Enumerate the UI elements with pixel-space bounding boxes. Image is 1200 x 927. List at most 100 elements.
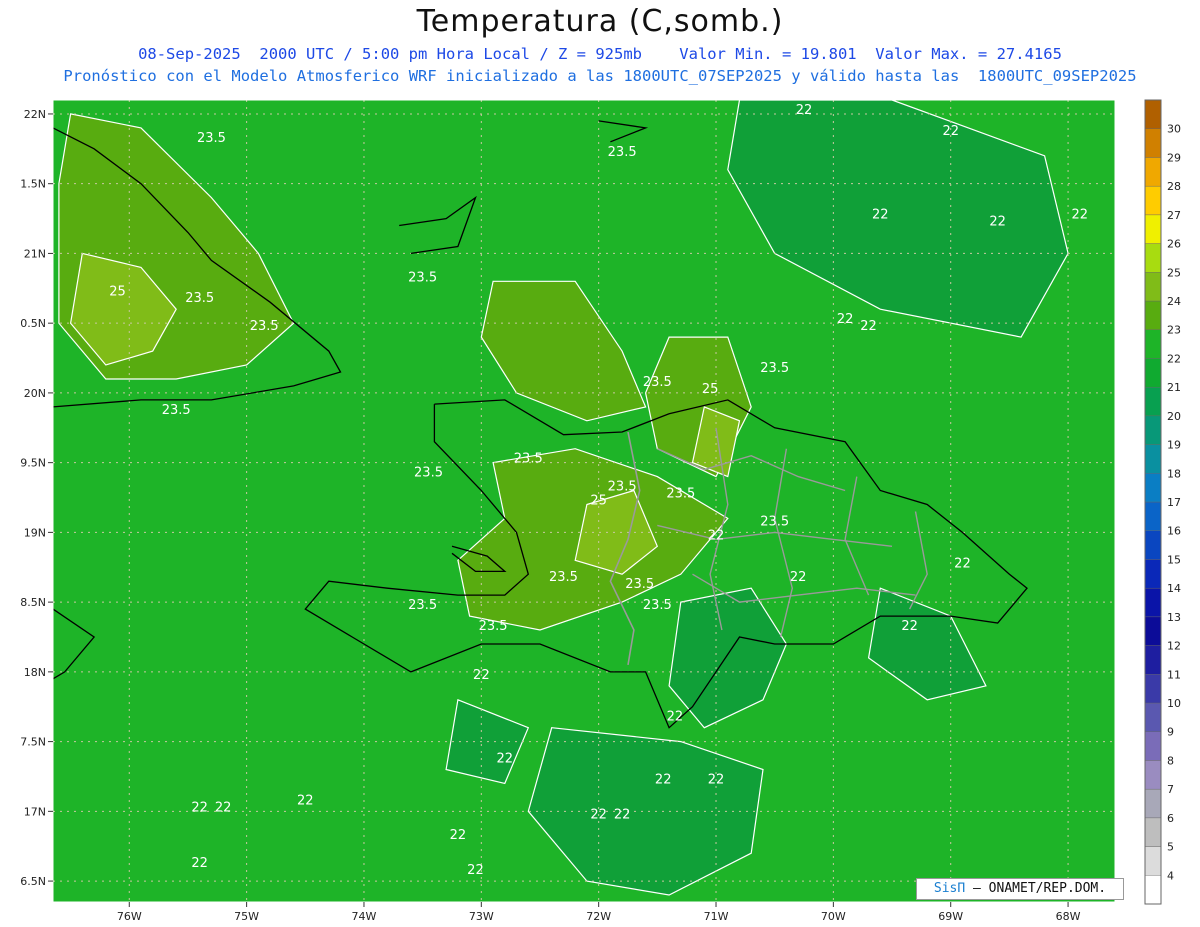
colorbar-label: 8 bbox=[1167, 754, 1174, 767]
colorbar-label: 10 bbox=[1167, 697, 1181, 710]
colorbar-label: 13 bbox=[1167, 611, 1181, 624]
contour-label: 23.5 bbox=[549, 570, 578, 585]
contour-label: 22 bbox=[473, 668, 490, 683]
contour-label: 23.5 bbox=[514, 452, 543, 467]
contour-label: 22 bbox=[872, 208, 889, 223]
colorbar-label: 27 bbox=[1167, 209, 1181, 222]
colorbar-segment bbox=[1144, 99, 1162, 129]
colorbar-segment bbox=[1144, 559, 1162, 589]
map-title: Temperatura (C,somb.) bbox=[416, 4, 784, 39]
contour-label: 23.5 bbox=[408, 598, 437, 613]
contour-label: 22 bbox=[942, 124, 959, 139]
contour-label: 23.5 bbox=[608, 145, 637, 160]
contour-label: 23.5 bbox=[760, 514, 789, 529]
contour-label: 23.5 bbox=[414, 466, 443, 481]
lon-tick-label: 73W bbox=[469, 910, 494, 923]
colorbar-label: 26 bbox=[1167, 238, 1181, 251]
contour-label: 22 bbox=[191, 800, 208, 815]
lon-tick-label: 72W bbox=[586, 910, 611, 923]
colorbar-segment bbox=[1144, 616, 1162, 646]
colorbar-label: 16 bbox=[1167, 525, 1181, 538]
colorbar-segment bbox=[1144, 444, 1162, 474]
colorbar-label: 30 bbox=[1167, 123, 1181, 136]
colorbar-segment bbox=[1144, 473, 1162, 503]
contour-label: 23.5 bbox=[250, 319, 279, 334]
colorbar-segment bbox=[1144, 530, 1162, 560]
colorbar-label: 20 bbox=[1167, 410, 1181, 423]
lat-tick-label: 21N bbox=[24, 247, 46, 260]
colorbar-label: 12 bbox=[1167, 640, 1181, 653]
lon-tick-label: 71W bbox=[704, 910, 729, 923]
contour-label: 22 bbox=[860, 319, 877, 334]
lon-tick-label: 76W bbox=[117, 910, 142, 923]
colorbar-label: 19 bbox=[1167, 439, 1181, 452]
contour-label: 25 bbox=[590, 493, 607, 508]
colorbar-segment bbox=[1144, 846, 1162, 876]
colorbar-label: 9 bbox=[1167, 726, 1174, 739]
contour-label: 22 bbox=[837, 312, 854, 327]
contour-label: 22 bbox=[708, 528, 725, 543]
lon-tick-label: 68W bbox=[1056, 910, 1081, 923]
contour-label: 22 bbox=[667, 710, 684, 725]
contour-label: 22 bbox=[614, 807, 631, 822]
contour-label: 22 bbox=[191, 856, 208, 871]
colorbar-segment bbox=[1144, 731, 1162, 761]
colorbar-segment bbox=[1144, 386, 1162, 417]
colorbar-label: 22 bbox=[1167, 352, 1181, 365]
contour-label: 22 bbox=[590, 807, 607, 822]
contour-label: 22 bbox=[450, 828, 467, 843]
contour-label: 23.5 bbox=[643, 375, 672, 390]
colorbar-label: 4 bbox=[1167, 869, 1174, 882]
contour-label: 22 bbox=[989, 215, 1006, 230]
contour-label: 22 bbox=[1072, 208, 1089, 223]
contour-label: 22 bbox=[497, 752, 514, 767]
contour-label: 22 bbox=[796, 103, 813, 118]
contour-label: 23.5 bbox=[162, 403, 191, 418]
colorbar-segment bbox=[1144, 587, 1162, 618]
contour-label: 23.5 bbox=[643, 598, 672, 613]
contour-label: 23.5 bbox=[479, 619, 508, 634]
lat-tick-label: 22N bbox=[24, 108, 46, 121]
colorbar-segment bbox=[1144, 157, 1162, 187]
colorbar-label: 15 bbox=[1167, 553, 1181, 566]
colorbar-label: 17 bbox=[1167, 496, 1181, 509]
colorbar-segment bbox=[1144, 329, 1162, 359]
colorbar-label: 5 bbox=[1167, 841, 1174, 854]
contour-label: 22 bbox=[954, 556, 971, 571]
contour-label: 22 bbox=[655, 772, 672, 787]
temperature-map: 23.5 23.5 22 22 22 22 22 22 22 25 23.5 23.5 23.5 23.5… bbox=[20, 99, 1181, 923]
credit-brand: SisΠ bbox=[933, 881, 966, 896]
colorbar-segment bbox=[1144, 875, 1162, 905]
colorbar-label: 23 bbox=[1167, 324, 1181, 337]
map-subtitle-run-info: 08-Sep-2025 2000 UTC / 5:00 pm Hora Loca… bbox=[138, 45, 1062, 63]
colorbar-label: 24 bbox=[1167, 295, 1181, 308]
colorbar-segment bbox=[1144, 415, 1162, 445]
credit-box: SisΠ – ONAMET/REP.DOM. bbox=[916, 878, 1124, 900]
colorbar-label: 11 bbox=[1167, 668, 1181, 681]
lat-tick-label: 0.5N bbox=[20, 317, 46, 330]
lon-tick-label: 75W bbox=[234, 910, 259, 923]
contour-label: 22 bbox=[467, 863, 484, 878]
colorbar-segment bbox=[1144, 358, 1162, 388]
colorbar-label: 29 bbox=[1167, 151, 1181, 164]
colorbar-segment bbox=[1144, 243, 1162, 273]
colorbar-label: 28 bbox=[1167, 180, 1181, 193]
contour-label: 22 bbox=[297, 793, 314, 808]
colorbar-segment bbox=[1144, 185, 1162, 216]
contour-label: 25 bbox=[702, 382, 719, 397]
lat-tick-label: 20N bbox=[24, 387, 46, 400]
lat-tick-label: 6.5N bbox=[20, 875, 46, 888]
contour-label: 23.5 bbox=[185, 291, 214, 306]
lat-tick-label: 17N bbox=[24, 805, 46, 818]
colorbar-label: 6 bbox=[1167, 812, 1174, 825]
contour-label: 23.5 bbox=[197, 131, 226, 146]
contour-label: 22 bbox=[790, 570, 807, 585]
colorbar-segment bbox=[1144, 128, 1162, 158]
lon-tick-label: 74W bbox=[352, 910, 377, 923]
lat-tick-label: 19N bbox=[24, 526, 46, 539]
colorbar-label: 21 bbox=[1167, 381, 1181, 394]
colorbar-segment bbox=[1144, 214, 1162, 244]
colorbar-label: 7 bbox=[1167, 783, 1174, 796]
contour-label: 22 bbox=[708, 772, 725, 787]
colorbar-label: 18 bbox=[1167, 467, 1181, 480]
